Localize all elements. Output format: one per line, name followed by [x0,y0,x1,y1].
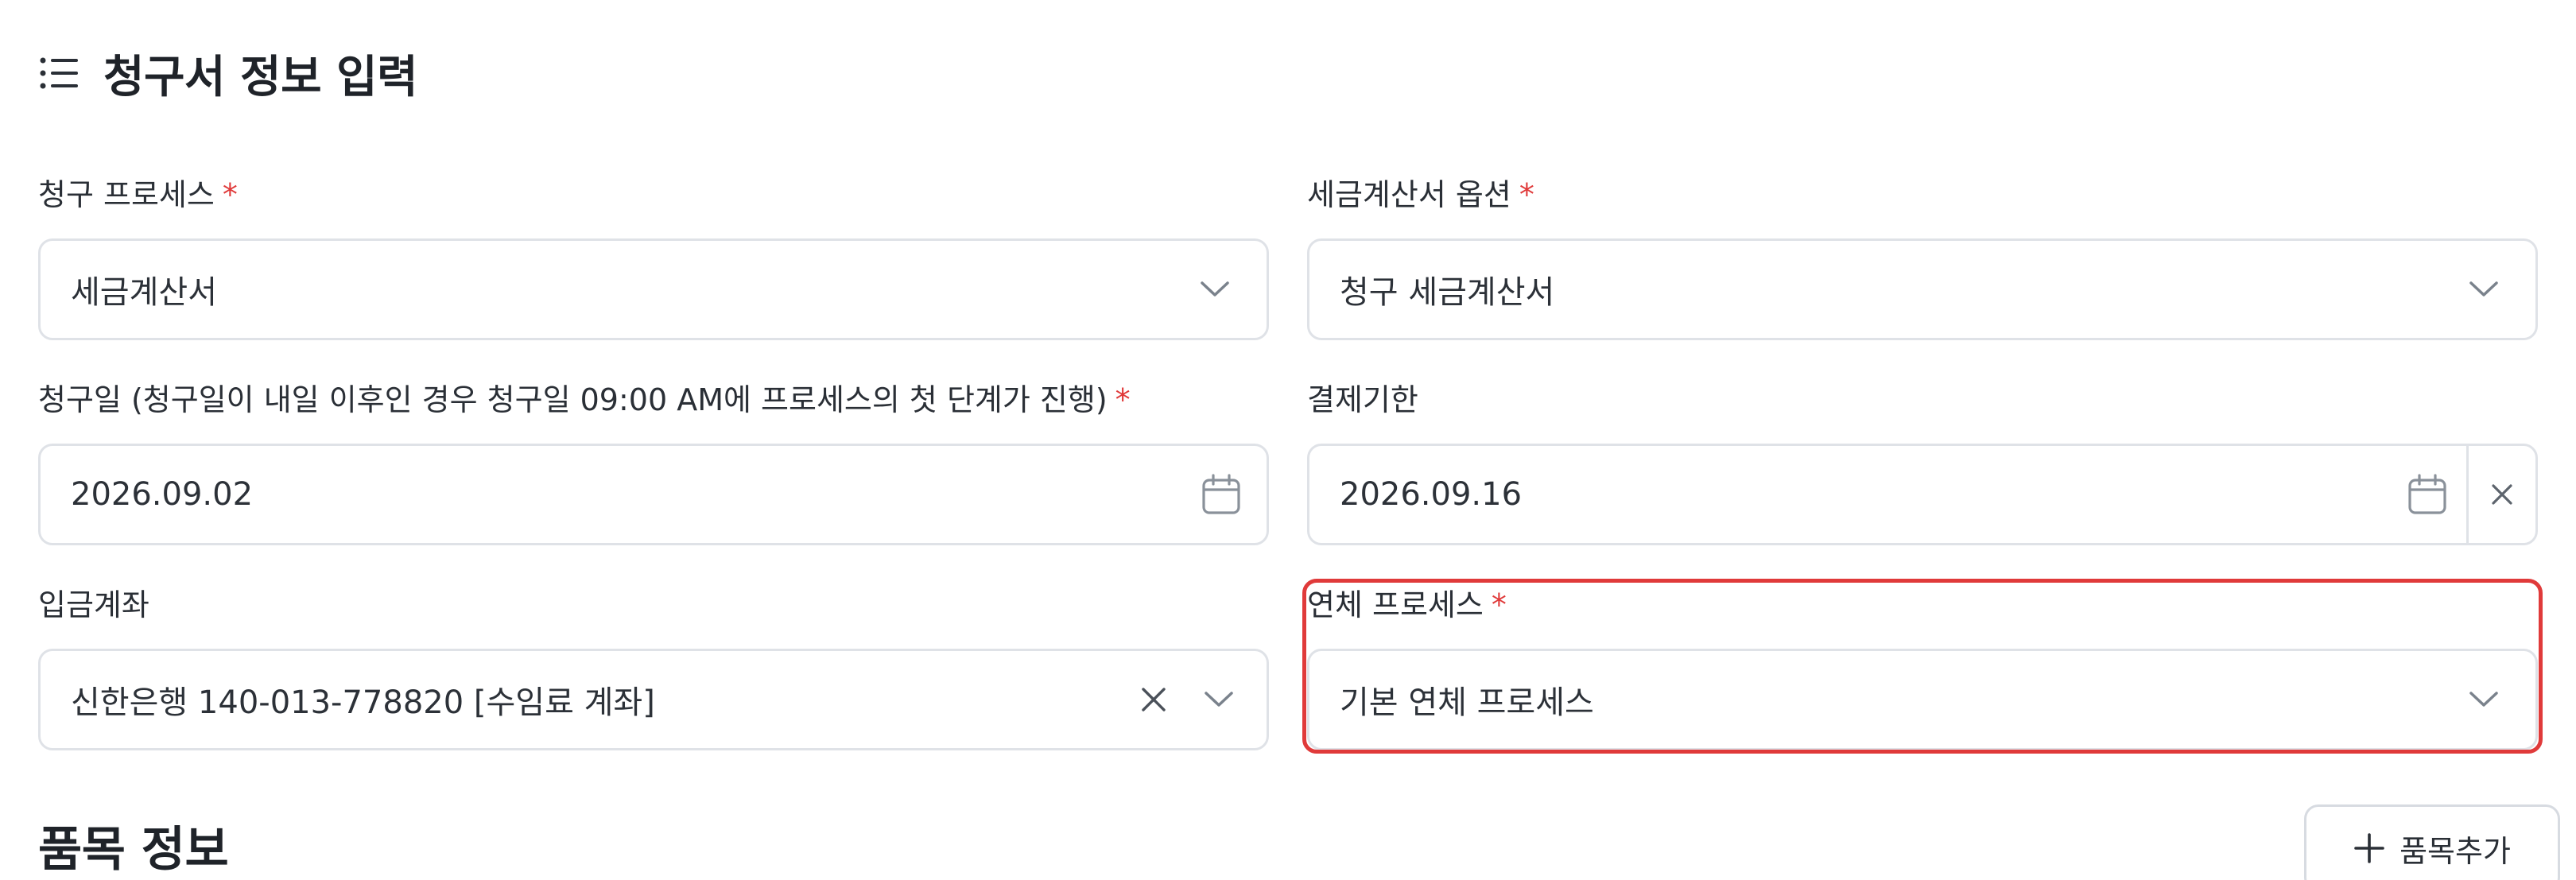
tax-invoice-option-value: 청구 세금계산서 [1340,274,1555,311]
overdue-process-value: 기본 연체 프로세스 [1340,684,1594,721]
calendar-icon[interactable] [1185,446,1257,543]
overdue-process-field: 연체 프로세스 * 기본 연체 프로세스 [1307,581,2538,752]
billing-process-value: 세금계산서 [71,274,217,311]
close-icon[interactable] [2469,446,2535,543]
payment-due-label: 결제기한 [1307,382,1418,417]
tax-invoice-option-select[interactable]: 청구 세금계산서 [1307,238,2538,340]
deposit-account-field: 입금계좌 신한은행 140-013-778820 [수임료 계좌] [38,581,1269,752]
overdue-process-label: 연체 프로세스 * [1307,587,1507,622]
chevron-down-icon[interactable] [1187,651,1251,748]
billing-date-field: 청구일 (청구일이 내일 이후인 경우 청구일 09:00 AM에 프로세스의 … [38,376,1269,547]
close-icon[interactable] [1120,651,1187,748]
billing-date-input[interactable]: 2026.09.02 [38,444,1269,545]
deposit-account-value: 신한은행 140-013-778820 [수임료 계좌] [71,684,655,721]
plus-icon [2353,832,2385,864]
chevron-down-icon[interactable] [2448,651,2520,748]
billing-date-value: 2026.09.02 [71,476,254,513]
payment-due-input[interactable]: 2026.09.16 [1307,444,2538,545]
required-mark: * [1115,382,1131,417]
chevron-down-icon[interactable] [1179,241,1251,338]
add-item-button[interactable]: 품목추가 [2304,804,2560,880]
section-header: 청구서 정보 입력 [40,41,418,105]
deposit-account-label: 입금계좌 [38,587,149,622]
overdue-process-select[interactable]: 기본 연체 프로세스 [1307,649,2538,750]
billing-process-label: 청구 프로세스 * [38,177,238,212]
payment-due-field: 결제기한 2026.09.16 [1307,376,2538,547]
items-section-title: 품목 정보 [38,822,229,878]
list-icon [40,56,80,90]
tax-invoice-option-field: 세금계산서 옵션 * 청구 세금계산서 [1307,171,2538,342]
calendar-icon[interactable] [2392,446,2463,543]
section-title: 청구서 정보 입력 [103,51,418,103]
chevron-down-icon[interactable] [2448,241,2520,338]
tax-invoice-option-label: 세금계산서 옵션 * [1307,177,1534,212]
billing-process-field: 청구 프로세스 * 세금계산서 [38,171,1269,342]
required-mark: * [222,177,238,212]
billing-process-select[interactable]: 세금계산서 [38,238,1269,340]
payment-due-value: 2026.09.16 [1340,476,1523,513]
required-mark: * [1491,587,1507,622]
required-mark: * [1519,177,1534,212]
invoice-form-page: 청구서 정보 입력 청구 프로세스 * 세금계산서 세금계산서 옵션 * 청구 세금… [0,0,2576,880]
add-item-label: 품목추가 [2399,833,2511,869]
deposit-account-select[interactable]: 신한은행 140-013-778820 [수임료 계좌] [38,649,1269,750]
billing-date-label: 청구일 (청구일이 내일 이후인 경우 청구일 09:00 AM에 프로세스의 … [38,382,1131,417]
